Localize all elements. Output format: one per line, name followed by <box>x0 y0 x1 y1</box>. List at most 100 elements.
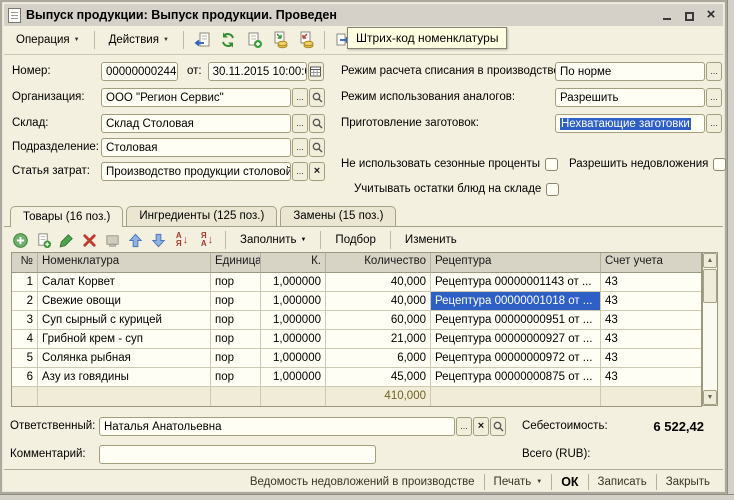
cost-value: 6 522,42 <box>653 419 704 434</box>
scrollbar-thumb[interactable] <box>703 269 717 303</box>
operation-menu[interactable]: Операция ▼ <box>8 30 88 50</box>
leftovers-checkbox[interactable] <box>546 183 559 196</box>
sort-descending-button[interactable]: ЯА ↓ <box>196 232 218 248</box>
refresh-icon <box>219 31 237 49</box>
comment-field[interactable] <box>99 445 376 464</box>
analog-mode-label: Режим использования аналогов: <box>341 91 555 103</box>
main-toolbar: Операция ▼ Действия ▼ ▼ ДтКт Штрих-ко <box>4 26 723 55</box>
responsible-select-button[interactable]: ... <box>456 417 472 436</box>
print-button[interactable]: Печать ▼ <box>485 473 552 491</box>
toolbar-separator <box>390 231 391 249</box>
writeoff-mode-select-button[interactable]: ... <box>706 62 722 81</box>
organization-select-button[interactable]: ... <box>292 88 308 107</box>
tab-replacements[interactable]: Замены (15 поз.) <box>280 206 396 226</box>
chevron-down-icon: ▼ <box>300 237 306 243</box>
entry-journal-out-button[interactable] <box>294 28 318 52</box>
fill-button[interactable]: Заполнить ▼ <box>233 232 313 248</box>
responsible-open-button[interactable] <box>490 417 506 436</box>
titlebar[interactable]: Выпуск продукции: Выпуск продукции. Пров… <box>4 4 723 26</box>
leftovers-checkbox-label: Учитывать остатки блюд на складе <box>354 183 541 195</box>
number-field[interactable]: 00000000244 <box>101 62 178 81</box>
pick-button[interactable]: Подбор <box>328 232 383 248</box>
tab-goods[interactable]: Товары (16 поз.) <box>10 206 123 227</box>
shortage-checkbox[interactable] <box>713 158 726 171</box>
col-header-k[interactable]: К. <box>261 253 326 273</box>
responsible-clear-button[interactable]: × <box>473 417 489 436</box>
cost-item-field[interactable]: Производство продукции столовой <box>101 162 291 181</box>
table-row[interactable]: 3 Суп сырный с курицей пор 1,000000 60,0… <box>12 311 701 330</box>
copy-row-button[interactable] <box>33 230 53 250</box>
background-window-strip <box>727 0 734 500</box>
table-row[interactable]: 6 Азу из говядины пор 1,000000 45,000 Ре… <box>12 368 701 387</box>
date-field[interactable]: 30.11.2015 10:00:00 <box>208 62 307 81</box>
blanks-field[interactable]: Нехватающие заготовки <box>555 114 705 133</box>
table-header-row: № Номенклатура Единица К. Количество Рец… <box>12 253 701 273</box>
warehouse-select-button[interactable]: ... <box>292 114 308 133</box>
tooltip: Штрих-код номенклатуры <box>347 27 507 49</box>
cost-item-select-button[interactable]: ... <box>292 162 308 181</box>
responsible-label: Ответственный: <box>10 420 99 432</box>
move-up-button[interactable] <box>125 230 145 250</box>
refresh-button[interactable] <box>216 28 240 52</box>
analog-mode-select-button[interactable]: ... <box>706 88 722 107</box>
close-window-button[interactable]: Закрыть <box>657 473 719 491</box>
table-row[interactable]: 1 Салат Корвет пор 1,000000 40,000 Рецеп… <box>12 273 701 292</box>
background-window-strip-bottom <box>0 494 734 500</box>
add-row-button[interactable] <box>10 230 30 250</box>
chevron-down-icon: ▼ <box>74 37 80 43</box>
warehouse-field[interactable]: Склад Столовая <box>101 114 291 133</box>
date-label: от: <box>187 65 202 77</box>
analog-mode-field[interactable]: Разрешить <box>555 88 705 107</box>
responsible-field[interactable]: Наталья Анатольевна <box>99 417 455 436</box>
chevron-down-icon: ▼ <box>163 37 169 43</box>
writeoff-mode-field[interactable]: По норме <box>555 62 705 81</box>
total-label: Всего (RUB): <box>522 448 590 460</box>
selected-cell[interactable]: Рецептура 00000001018 от ... <box>431 292 601 311</box>
toolbar-separator <box>320 231 321 249</box>
edit-row-button[interactable] <box>56 230 76 250</box>
department-field[interactable]: Столовая <box>101 138 291 157</box>
organization-open-button[interactable] <box>309 88 325 107</box>
table-row[interactable]: 2 Свежие овощи пор 1,000000 40,000 Рецеп… <box>12 292 701 311</box>
col-header-num[interactable]: № <box>12 253 38 273</box>
move-down-button[interactable] <box>148 230 168 250</box>
copy-document-button[interactable] <box>242 28 266 52</box>
delete-row-button[interactable] <box>79 230 99 250</box>
scroll-down-icon[interactable]: ▼ <box>703 390 717 405</box>
change-button[interactable]: Изменить <box>398 232 464 248</box>
department-open-button[interactable] <box>309 138 325 157</box>
table-row[interactable]: 5 Солянка рыбная пор 1,000000 6,000 Реце… <box>12 349 701 368</box>
entry-journal-in-button[interactable] <box>268 28 292 52</box>
close-button[interactable]: × <box>703 8 719 22</box>
repost-document-button[interactable] <box>190 28 214 52</box>
ok-button[interactable]: ОК <box>552 472 587 492</box>
warehouse-open-button[interactable] <box>309 114 325 133</box>
actions-menu[interactable]: Действия ▼ <box>101 30 177 50</box>
col-header-account[interactable]: Счет учета <box>601 253 701 273</box>
department-select-button[interactable]: ... <box>292 138 308 157</box>
cost-item-clear-button[interactable]: × <box>309 162 325 181</box>
col-header-unit[interactable]: Единица <box>211 253 261 273</box>
shortage-report-button[interactable]: Ведомость недовложений в производстве <box>241 473 484 491</box>
table-scrollbar[interactable]: ▲ ▼ <box>702 252 718 406</box>
minimize-button[interactable] <box>659 8 675 22</box>
col-header-recipe[interactable]: Рецептура <box>431 253 601 273</box>
toolbar-separator <box>324 31 325 49</box>
toolbar-separator <box>94 31 95 49</box>
seasonal-checkbox[interactable] <box>545 158 558 171</box>
toolbar-separator <box>225 231 226 249</box>
tab-ingredients[interactable]: Ингредиенты (125 поз.) <box>126 206 277 226</box>
scroll-up-icon[interactable]: ▲ <box>703 253 717 268</box>
sort-ascending-button[interactable]: АЯ ↓ <box>171 232 193 248</box>
maximize-button[interactable] <box>681 8 697 22</box>
repost-icon <box>193 31 211 49</box>
blanks-select-button[interactable]: ... <box>706 114 722 133</box>
calendar-button[interactable] <box>308 62 324 81</box>
organization-field[interactable]: ООО "Регион Сервис" <box>101 88 291 107</box>
col-header-quantity[interactable]: Количество <box>326 253 431 273</box>
blanks-label: Приготовление заготовок: <box>341 117 555 129</box>
table-row[interactable]: 4 Грибной крем - суп пор 1,000000 21,000… <box>12 330 701 349</box>
col-header-nomenclature[interactable]: Номенклатура <box>38 253 211 273</box>
table-toolbar: АЯ ↓ ЯА ↓ Заполнить ▼ Подбор Изменить <box>4 228 723 252</box>
save-button[interactable]: Записать <box>589 473 656 491</box>
